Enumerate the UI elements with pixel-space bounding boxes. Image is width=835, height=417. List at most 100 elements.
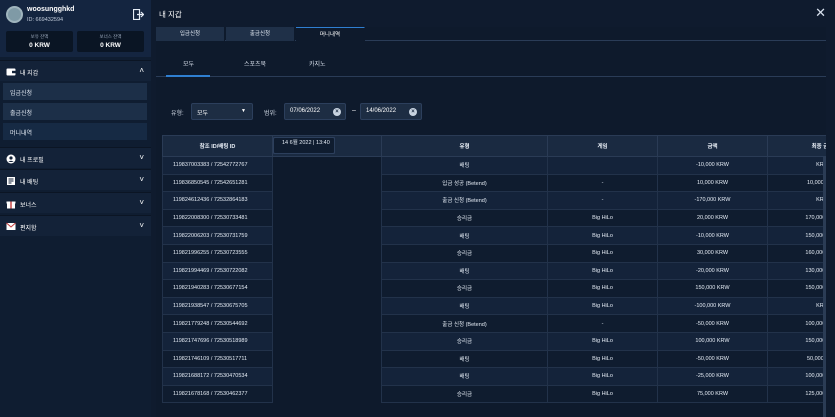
table-cell: 50,000 KRW [767,349,826,369]
table-cell: 119821688172 / 72530470534 [162,367,273,386]
chevron-down-icon: ˅ [139,153,144,162]
date-from-input[interactable]: 07/06/2022 × [284,103,346,120]
table-cell: 119822006203 / 72530731759 [162,226,273,245]
subtab-casino[interactable]: 카지노 [309,59,326,68]
table-row: 119821747696 / 72530518989 14 6월 2022 | 1… [162,137,826,351]
table-cell: Big HiLo [547,243,658,263]
table-cell: Big HiLo [547,384,658,404]
table-cell: - [547,314,658,333]
table-cell: 배팅 [381,156,548,175]
sidebar-subitem-label: 머니내역 [10,131,33,137]
sidebar-item-profile[interactable]: 내 프로필 ˅ [0,147,151,168]
table-cell: 승리금 [381,208,548,228]
table-row: 119821940283 / 72530677154 14 6월 2022 | 1… [162,137,826,298]
close-icon[interactable]: ✕ [815,5,826,21]
clear-date-to-icon[interactable]: × [409,108,417,116]
table-cell: 150,000 KRW [767,331,826,351]
table-cell: Big HiLo [547,226,658,245]
table-row: 119821779248 / 72530544692 14 6월 2022 | 1… [162,137,826,333]
table-cell: 150,000 KRW [767,226,826,245]
table-cell: Big HiLo [547,296,658,316]
transactions-table: 참조 ID/배팅 ID 날짜 유형 게임 금액 최종 금액 1198370033… [162,135,826,404]
table-body: 119837003383 / 7254277276714 6월 2022 | 1… [162,137,826,404]
filter-bar: 유형: 모두 ▼ 범위: 07/06/2022 × – 14/06/2022 × [156,101,826,121]
sidebar-item-label: 내 프로필 [20,158,44,164]
table-cell: 승리금 [381,243,548,263]
clear-date-from-icon[interactable]: × [333,108,341,116]
logout-icon[interactable] [133,9,144,20]
table-cell: 30,000 KRW [657,243,768,263]
page-title: 내 지갑 [159,10,182,19]
sidebar-item-label: 내 배팅 [20,180,39,186]
sidebar-item-mailbox[interactable]: 편지함 ˅ [0,215,151,236]
subtab-bar: 모두 스포츠북 카지노 [156,51,826,77]
table-cell: 14 6월 2022 | 13:40 [273,137,335,154]
range-filter-label: 범위: [264,111,277,117]
chevron-down-icon: ˅ [139,175,144,184]
column-header: 게임 [547,135,658,157]
tab-withdraw[interactable]: 출금신청 [226,27,295,41]
tab-money-history[interactable]: 머니내역 [296,27,365,41]
main-content: 내 지갑 ✕ 입금신청 출금신청 머니내역 모두 스포츠북 카지노 유형: 모두… [151,0,835,417]
table-cell: 119821938547 / 72530675705 [162,296,273,316]
table-cell: 100,000 KRW [767,367,826,386]
date-to-value: 14/06/2022 [366,108,397,114]
sidebar-item-label: 내 지갑 [20,71,39,77]
sidebar-subitem-deposit[interactable]: 입금신청 [3,83,147,100]
table-row: 119824612436 / 72532864183 14 6월 2022 | 1… [162,137,826,210]
chevron-down-icon: ˅ [139,198,144,207]
sidebar: woosungghkd ID: 669432594 보유 잔액 0 KRW 보너… [0,0,151,417]
table-cell: -10,000 KRW [657,156,768,175]
table-cell: -25,000 KRW [657,367,768,386]
table-cell: -20,000 KRW [657,261,768,281]
table-cell: - [547,191,658,210]
table-cell: 160,000 KRW [767,243,826,263]
bet-icon [6,176,16,185]
sidebar-item-bonus[interactable]: 보너스 ˅ [0,192,151,213]
gift-icon [6,199,16,209]
avatar[interactable] [6,6,23,23]
table-cell: 119821994469 / 72530722082 [162,261,273,281]
table-row: 119821938547 / 72530675705 14 6월 2022 | 1… [162,137,826,316]
table-row: 119821678168 / 72530462377 14 6월 2022 | 1… [162,137,826,404]
table-cell: 119821747696 / 72530518989 [162,331,273,351]
table-cell: 150,000 KRW [657,279,768,298]
table-cell: 20,000 KRW [657,208,768,228]
table-row: 119822006203 / 72530731759 14 6월 2022 | 1… [162,137,826,245]
table-cell: -50,000 KRW [657,314,768,333]
table-cell: 승리금 [381,279,548,298]
type-filter-label: 유형: [171,111,184,117]
sidebar-item-label: 보너스 [20,203,37,209]
bonus-balance-box: 보너스 잔액 0 KRW [77,31,144,52]
user-profile-card: woosungghkd ID: 669432594 보유 잔액 0 KRW 보너… [0,0,151,57]
sidebar-item-wallet[interactable]: 내 지갑 ˄ [0,60,151,81]
tab-bar: 입금신청 출금신청 머니내역 [156,27,826,41]
subtab-all[interactable]: 모두 [183,59,194,68]
table-cell: KRW [767,156,826,175]
table-cell: Big HiLo [547,349,658,369]
table-cell: 배팅 [381,349,548,369]
table-cell: 119836850545 / 72542651281 [162,173,273,193]
subtab-sportsbook[interactable]: 스포츠북 [244,59,266,68]
table-cell: -100,000 KRW [657,296,768,316]
table-cell [547,156,658,175]
column-header: 유형 [381,135,548,157]
date-to-input[interactable]: 14/06/2022 × [360,103,422,120]
sidebar-subitem-money-history[interactable]: 머니내역 [3,123,147,140]
type-select[interactable]: 모두 ▼ [191,103,253,120]
table-cell: 170,000 KRW [767,208,826,228]
table-cell: 125,000 KRW [767,384,826,404]
sidebar-subitem-withdraw[interactable]: 출금신청 [3,103,147,120]
tab-deposit[interactable]: 입금신청 [156,27,225,41]
sidebar-item-my-bets[interactable]: 내 배팅 ˅ [0,169,151,190]
main-balance-value: 0 KRW [29,42,50,49]
table-cell: Big HiLo [547,279,658,298]
table-cell: 10,000 KRW [767,173,826,193]
main-balance-box: 보유 잔액 0 KRW [6,31,73,52]
type-select-value: 모두 [197,111,209,117]
table-scrollbar[interactable] [823,156,826,417]
table-cell: 배팅 [381,296,548,316]
table-row: 119821996255 / 72530723555 14 6월 2022 | 1… [162,137,826,263]
table-cell: 승리금 [381,384,548,404]
table-cell: -10,000 KRW [657,226,768,245]
